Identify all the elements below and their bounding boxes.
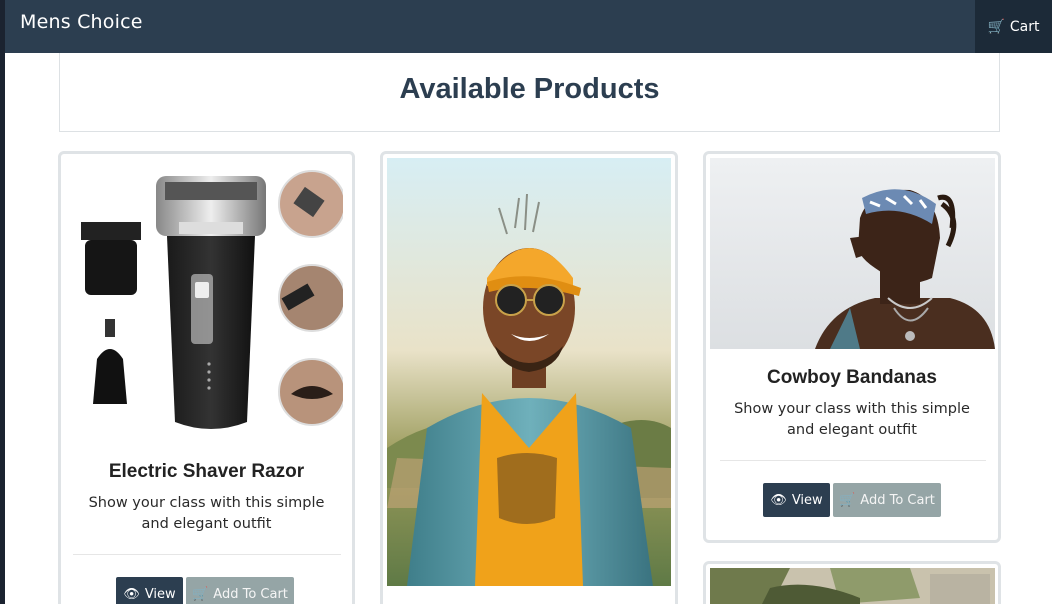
product-description: Show your class with this simple and ele… xyxy=(88,495,325,532)
add-to-cart-label: Add To Cart xyxy=(213,586,288,602)
page-title: Available Products xyxy=(399,73,660,105)
add-to-cart-button[interactable]: 🛒 Add To Cart xyxy=(833,483,941,517)
product-title[interactable]: Electric Shaver Razor xyxy=(61,461,352,483)
product-description: Show your class with this simple and ele… xyxy=(734,401,970,438)
card-divider xyxy=(73,554,341,555)
brand-logo-text[interactable]: Mens Choice xyxy=(20,11,143,33)
nav-cart-link[interactable]: 🛒 Cart xyxy=(975,0,1052,53)
eye-icon: 👁 xyxy=(123,586,140,602)
view-button[interactable]: 👁 View xyxy=(116,577,183,604)
shopping-cart-icon: 🛒 xyxy=(839,492,856,508)
product-card xyxy=(703,561,1001,604)
product-card: Cowboy Bandanas Show your class with thi… xyxy=(703,151,1001,543)
product-image[interactable] xyxy=(387,158,671,586)
view-button-label: View xyxy=(144,586,176,602)
nav-cart-label: Cart xyxy=(1009,18,1040,35)
card-divider xyxy=(720,460,986,461)
shopping-cart-icon: 🛒 xyxy=(987,18,1005,35)
window-edge xyxy=(0,0,5,604)
add-to-cart-label: Add To Cart xyxy=(860,492,935,508)
view-button-label: View xyxy=(791,492,823,508)
page-heading-box: Available Products xyxy=(59,53,1000,132)
add-to-cart-button[interactable]: 🛒 Add To Cart xyxy=(186,577,294,604)
product-card: Electric Shaver Razor Show your class wi… xyxy=(58,151,355,604)
product-image[interactable] xyxy=(710,568,995,604)
shopping-cart-icon: 🛒 xyxy=(192,586,209,602)
product-image[interactable] xyxy=(71,164,343,446)
product-card xyxy=(380,151,678,604)
product-image[interactable] xyxy=(710,158,995,349)
view-button[interactable]: 👁 View xyxy=(763,483,830,517)
navbar: Mens Choice 🛒 Cart xyxy=(5,0,1052,53)
eye-icon: 👁 xyxy=(770,492,787,508)
product-title[interactable]: Cowboy Bandanas xyxy=(706,367,998,389)
